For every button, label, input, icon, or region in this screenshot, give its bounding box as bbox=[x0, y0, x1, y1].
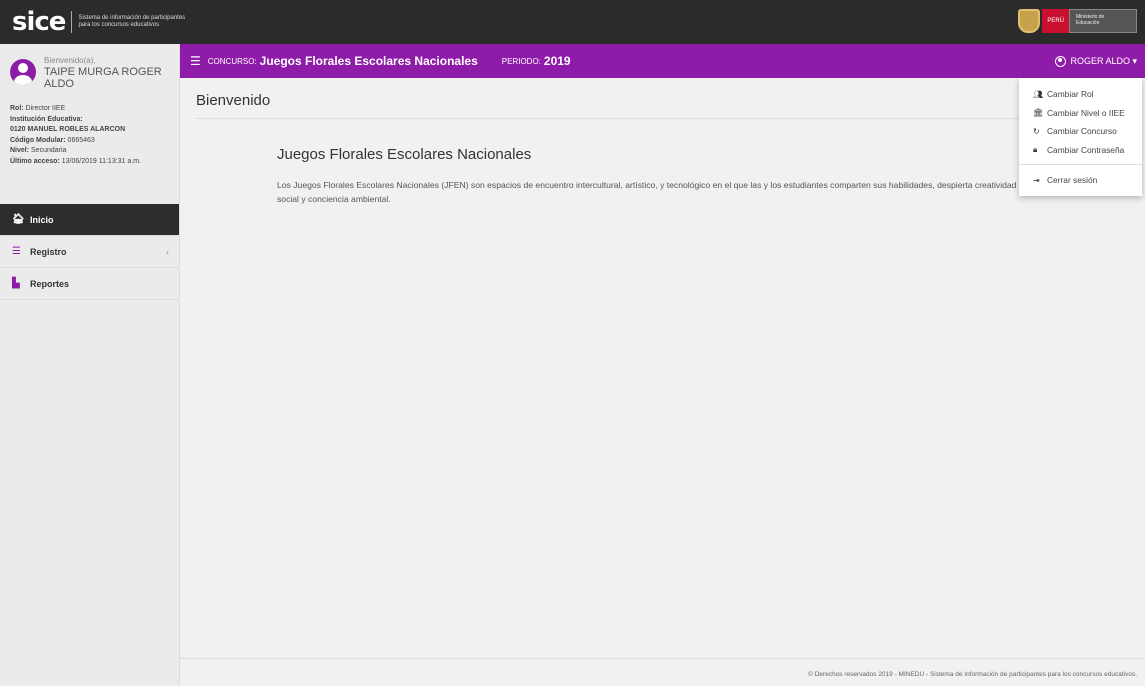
home-icon: 🏠︎ bbox=[12, 214, 25, 225]
meta-institution: 0120 MANUEL ROBLES ALARCON bbox=[10, 126, 126, 133]
sidebar-item-label: Reportes bbox=[30, 278, 70, 289]
user-circle-icon bbox=[1055, 55, 1067, 67]
bar-chart-icon: ▙ bbox=[12, 278, 20, 289]
menu-item-label: Cambiar Rol bbox=[1047, 89, 1094, 100]
sidebar-item-label: Inicio bbox=[30, 214, 54, 225]
meta-last-access: Último acceso: 13/06/2019 11:13:31 a.m. bbox=[10, 157, 142, 165]
gov-ministry: Ministerio de Educación bbox=[1069, 9, 1137, 33]
meta-level: Nivel: Secundaria bbox=[10, 147, 67, 154]
periodo-value: 2019 bbox=[543, 54, 571, 68]
minedu-logo: PERÚ Ministerio de Educación bbox=[1018, 8, 1137, 34]
concurso-value: Juegos Florales Escolares Nacionales bbox=[259, 54, 478, 68]
sidebar-item-inicio[interactable]: 🏠︎ Inicio bbox=[0, 204, 179, 236]
menu-item-cerrar-sesion[interactable]: ⇥ Cerrar sesión bbox=[1019, 171, 1142, 190]
sidebar-item-label: Registro bbox=[30, 246, 67, 257]
coat-of-arms-icon bbox=[1018, 9, 1041, 33]
menu-item-label: Cambiar Concurso bbox=[1047, 126, 1117, 137]
menu-item-cambiar-rol[interactable]: 👥︎ Cambiar Rol bbox=[1019, 85, 1142, 104]
menu-item-label: Cerrar sesión bbox=[1047, 175, 1098, 186]
user-meta: Rol: Director IIEE Institución Educativa… bbox=[10, 104, 169, 167]
menu-item-cambiar-concurso[interactable]: ↻ Cambiar Concurso bbox=[1019, 122, 1142, 141]
logo-word: sice bbox=[12, 7, 66, 37]
user-menu-toggle[interactable]: ROGER ALDO ▾ bbox=[1055, 55, 1137, 67]
footer: © Derechos reservados 2019 - MINEDU - Si… bbox=[180, 658, 1145, 686]
sign-out-icon: ⇥ bbox=[1033, 175, 1040, 185]
menu-item-label: Cambiar Contraseña bbox=[1047, 144, 1125, 155]
caret-down-icon: ▾ bbox=[1129, 55, 1137, 66]
title-divider bbox=[196, 118, 1131, 119]
user-short-name: ROGER ALDO bbox=[1070, 56, 1130, 66]
lock-icon: 🔒︎ bbox=[1033, 144, 1038, 154]
hamburger-icon[interactable]: ☰ bbox=[190, 54, 201, 68]
concurso-label: CONCURSO: bbox=[207, 56, 257, 66]
user-profile: Bienvenido(a), TAIPE MURGA ROGER ALDO Ro… bbox=[0, 44, 179, 204]
users-icon: 👥︎ bbox=[1033, 89, 1044, 99]
sidebar-item-reportes[interactable]: ▙ Reportes bbox=[0, 268, 179, 300]
logo-tagline: Sistema de información de participantes … bbox=[78, 15, 186, 28]
header-bar: ☰ CONCURSO: Juegos Florales Escolares Na… bbox=[180, 44, 1145, 78]
section-description: Los Juegos Florales Escolares Nacionales… bbox=[277, 180, 1127, 204]
main-content: Bienvenido Juegos Florales Escolares Nac… bbox=[180, 78, 1145, 658]
menu-item-cambiar-contrasena[interactable]: 🔒︎ Cambiar Contraseña bbox=[1019, 141, 1142, 160]
meta-modular-code: Código Modular: 0665463 bbox=[10, 136, 95, 144]
periodo-label: PERIODO: bbox=[501, 56, 541, 66]
bars-icon: ☰ bbox=[12, 246, 21, 257]
menu-item-cambiar-nivel[interactable]: 🏛︎ Cambiar Nivel o IIEE bbox=[1019, 104, 1142, 123]
footer-text: © Derechos reservados 2019 - MINEDU - Si… bbox=[808, 671, 1137, 678]
logo-divider bbox=[71, 11, 73, 33]
refresh-icon: ↻ bbox=[1033, 126, 1040, 136]
welcome-text: Bienvenido(a), bbox=[44, 56, 96, 65]
section-title: Juegos Florales Escolares Nacionales bbox=[277, 146, 532, 163]
menu-item-label: Cambiar Nivel o IIEE bbox=[1047, 107, 1125, 118]
top-bar: sice Sistema de información de participa… bbox=[0, 0, 1145, 44]
page-title: Bienvenido bbox=[196, 92, 271, 109]
sidebar-item-registro[interactable]: ☰ Registro ‹ bbox=[0, 236, 179, 268]
meta-role: Rol: Director IIEE bbox=[10, 105, 66, 112]
user-dropdown-menu: 👥︎ Cambiar Rol 🏛︎ Cambiar Nivel o IIEE ↻… bbox=[1019, 78, 1142, 196]
menu-divider bbox=[1019, 164, 1142, 165]
avatar-icon bbox=[10, 59, 36, 85]
sidebar: Bienvenido(a), TAIPE MURGA ROGER ALDO Ro… bbox=[0, 44, 180, 686]
meta-institution-label: Institución Educativa: bbox=[10, 115, 83, 123]
chevron-left-icon: ‹ bbox=[166, 246, 169, 257]
gov-country: PERÚ bbox=[1042, 9, 1069, 33]
user-full-name: TAIPE MURGA ROGER ALDO bbox=[44, 66, 162, 90]
sice-logo[interactable]: sice Sistema de información de participa… bbox=[0, 7, 198, 37]
institution-icon: 🏛︎ bbox=[1033, 108, 1044, 118]
